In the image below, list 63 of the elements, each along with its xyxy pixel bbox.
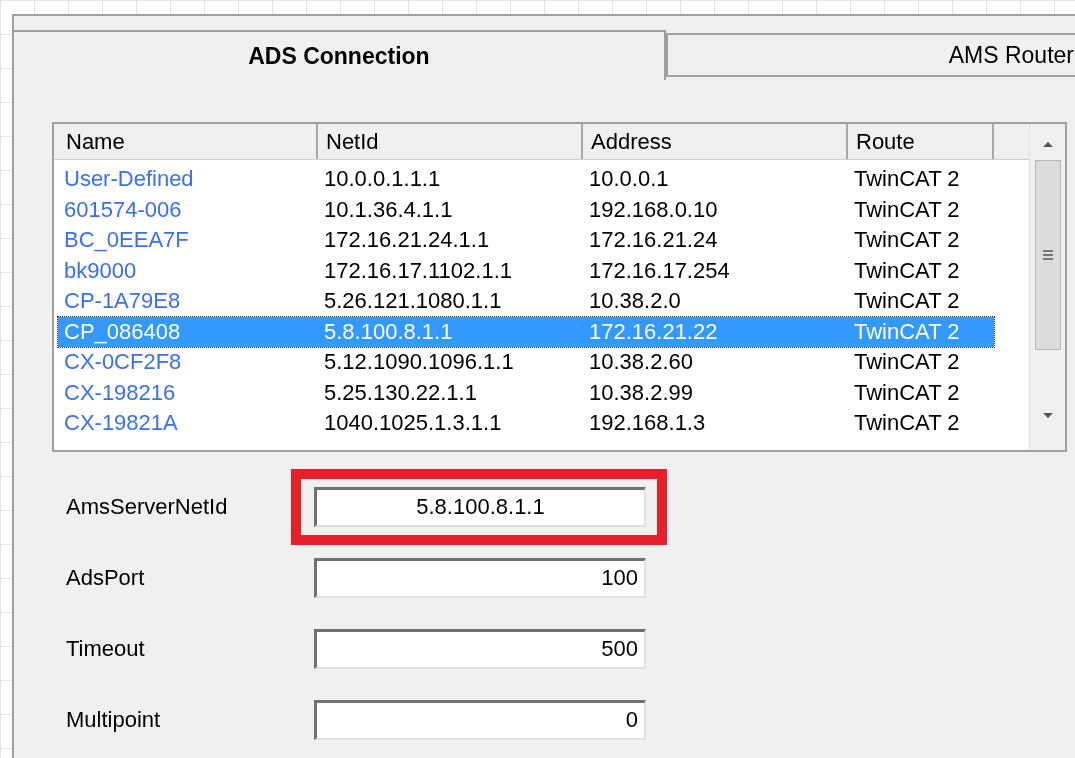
table-cell-text: 10.1.36.4.1.1 bbox=[323, 198, 454, 221]
field-label: Multipoint bbox=[65, 706, 162, 734]
table-row[interactable]: User-Defined 10.0.0.1.1.1 10.0.0.1 TwinCAT 2 bbox=[58, 164, 994, 195]
table-cell-text: 1040.1025.1.3.1.1 bbox=[323, 412, 503, 435]
column-header[interactable]: NetId bbox=[318, 124, 583, 159]
column-header[interactable]: Route bbox=[848, 124, 994, 159]
table-cell-text: CX-198216 bbox=[63, 381, 177, 404]
tab[interactable]: AMS Router bbox=[665, 33, 1075, 77]
table-cell-text: TwinCAT 2 bbox=[853, 320, 961, 343]
table-row[interactable]: CX-19821A 1040.1025.1.3.1.1 192.168.1.3 TwinCAT 2 bbox=[58, 408, 994, 439]
table-cell-text: bk9000 bbox=[63, 259, 138, 282]
table-cell-text: TwinCAT 2 bbox=[853, 412, 961, 435]
table-cell-text: TwinCAT 2 bbox=[853, 381, 961, 404]
table-cell-text: CP_086408 bbox=[63, 320, 182, 343]
table-cell-text: TwinCAT 2 bbox=[853, 290, 961, 313]
table-cell-text: 5.26.121.1080.1.1 bbox=[323, 290, 503, 313]
column-header[interactable]: Address bbox=[583, 124, 848, 159]
table-cell-text: 192.168.1.3 bbox=[588, 412, 707, 435]
table-cell-text: TwinCAT 2 bbox=[853, 168, 961, 191]
input-field[interactable]: 500 bbox=[314, 628, 646, 669]
table-cell-text: 192.168.0.10 bbox=[588, 198, 719, 221]
field-label: Timeout bbox=[65, 635, 146, 663]
table-cell-text: 10.38.2.99 bbox=[588, 381, 694, 404]
input-field[interactable]: 5.8.100.8.1.1 bbox=[314, 486, 646, 527]
table-cell-text: 172.16.21.24 bbox=[588, 229, 719, 252]
table-row[interactable]: CX-198216 5.25.130.22.1.1 10.38.2.99 TwinCAT 2 bbox=[58, 377, 994, 408]
table-cell-text: 172.16.17.1102.1.1 bbox=[323, 259, 513, 282]
scroll-down-icon[interactable] bbox=[1041, 412, 1054, 420]
table-cell-text: 5.12.1090.1096.1.1 bbox=[323, 351, 515, 374]
table-cell-text: TwinCAT 2 bbox=[853, 259, 961, 282]
table-cell-text: CX-0CF2F8 bbox=[63, 351, 183, 374]
table-cell-text: CP-1A79E8 bbox=[63, 290, 182, 313]
field-label: AmsServerNetId bbox=[65, 493, 229, 521]
table-cell-text: 172.16.21.24.1.1 bbox=[323, 229, 491, 252]
table-row[interactable]: CP-1A79E8 5.26.121.1080.1.1 10.38.2.0 TwinCAT 2 bbox=[58, 286, 994, 317]
table-cell-text: 601574-006 bbox=[63, 198, 183, 221]
table-cell-text: TwinCAT 2 bbox=[853, 198, 961, 221]
table-cell-text: 10.38.2.0 bbox=[588, 290, 682, 313]
scrollbar[interactable] bbox=[1029, 124, 1065, 450]
table-row[interactable]: 601574-006 10.1.36.4.1.1 192.168.0.10 TwinCAT 2 bbox=[58, 194, 994, 225]
table-row[interactable]: CX-0CF2F8 5.12.1090.1096.1.1 10.38.2.60 TwinCAT 2 bbox=[58, 347, 994, 378]
table-cell-text: 10.38.2.60 bbox=[588, 351, 694, 374]
table-cell-text: 5.8.100.8.1.1 bbox=[323, 320, 454, 343]
table-cell-text: 10.0.0.1.1.1 bbox=[323, 168, 442, 191]
field-label: AdsPort bbox=[65, 564, 146, 592]
scroll-up-icon[interactable] bbox=[1041, 140, 1054, 148]
tab[interactable]: ADS Connection bbox=[14, 30, 666, 80]
table-cell-text: TwinCAT 2 bbox=[853, 351, 961, 374]
table-cell-text: 5.25.130.22.1.1 bbox=[323, 381, 478, 404]
table-cell-text: TwinCAT 2 bbox=[853, 229, 961, 252]
table-cell-text: User-Defined bbox=[63, 168, 195, 191]
grip-icon bbox=[1041, 250, 1054, 260]
table-cell-text: BC_0EEA7F bbox=[63, 229, 190, 252]
input-field[interactable]: 0 bbox=[314, 699, 646, 740]
table-cell-text: CX-19821A bbox=[63, 412, 179, 435]
column-header[interactable]: Name bbox=[58, 124, 318, 159]
input-field[interactable]: 100 bbox=[314, 557, 646, 598]
table-row[interactable]: BC_0EEA7F 172.16.21.24.1.1 172.16.21.24 TwinCAT 2 bbox=[58, 225, 994, 256]
table-cell-text: 172.16.21.22 bbox=[588, 320, 719, 343]
table-cell-text: 10.0.0.1 bbox=[588, 168, 670, 191]
table-row[interactable]: bk9000 172.16.17.1102.1.1 172.16.17.254 TwinCAT 2 bbox=[58, 255, 994, 286]
table-cell-text: 172.16.17.254 bbox=[588, 259, 731, 282]
scroll-thumb[interactable] bbox=[1034, 160, 1061, 350]
